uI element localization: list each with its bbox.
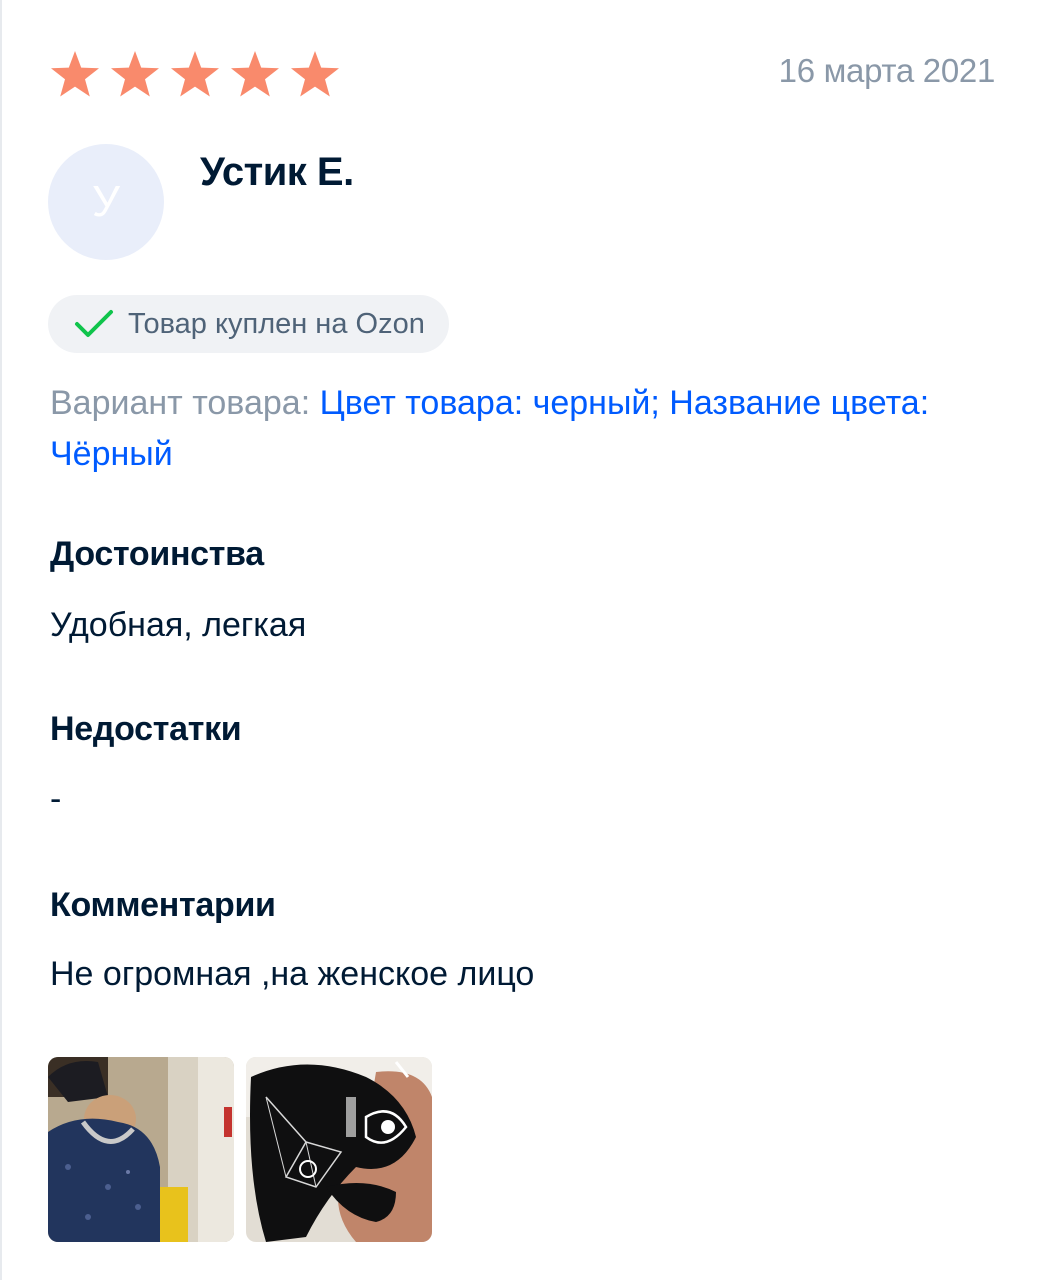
purchase-badge: Товар куплен на Ozon [48, 295, 449, 353]
review-card: 16 марта 2021 У Устик Е. Товар куплен на… [0, 0, 1041, 1280]
product-variant: Вариант товара: Цвет товара: черный; Наз… [50, 378, 980, 480]
comments-title: Комментарии [50, 886, 276, 924]
purchase-badge-text: Товар куплен на Ozon [128, 307, 425, 340]
check-icon [75, 310, 113, 337]
avatar[interactable]: У [48, 144, 164, 260]
author-name[interactable]: Устик Е. [200, 150, 354, 195]
photo-person-in-mask[interactable] [48, 1057, 234, 1242]
comments-text: Не огромная ,на женское лицо [50, 955, 535, 993]
star-icon [170, 50, 220, 98]
review-date: 16 марта 2021 [778, 52, 996, 89]
pros-title: Достоинства [50, 535, 264, 573]
star-icon [110, 50, 160, 98]
review-photos [48, 1057, 432, 1242]
rating-stars [50, 50, 340, 98]
cons-title: Недостатки [50, 710, 242, 748]
cons-text: - [50, 780, 62, 818]
star-icon [50, 50, 100, 98]
photo-black-mask[interactable] [246, 1057, 432, 1242]
avatar-initial: У [92, 177, 120, 226]
star-icon [230, 50, 280, 98]
star-icon [290, 50, 340, 98]
pros-text: Удобная, легкая [50, 606, 307, 644]
variant-label: Вариант товара: [50, 384, 311, 422]
